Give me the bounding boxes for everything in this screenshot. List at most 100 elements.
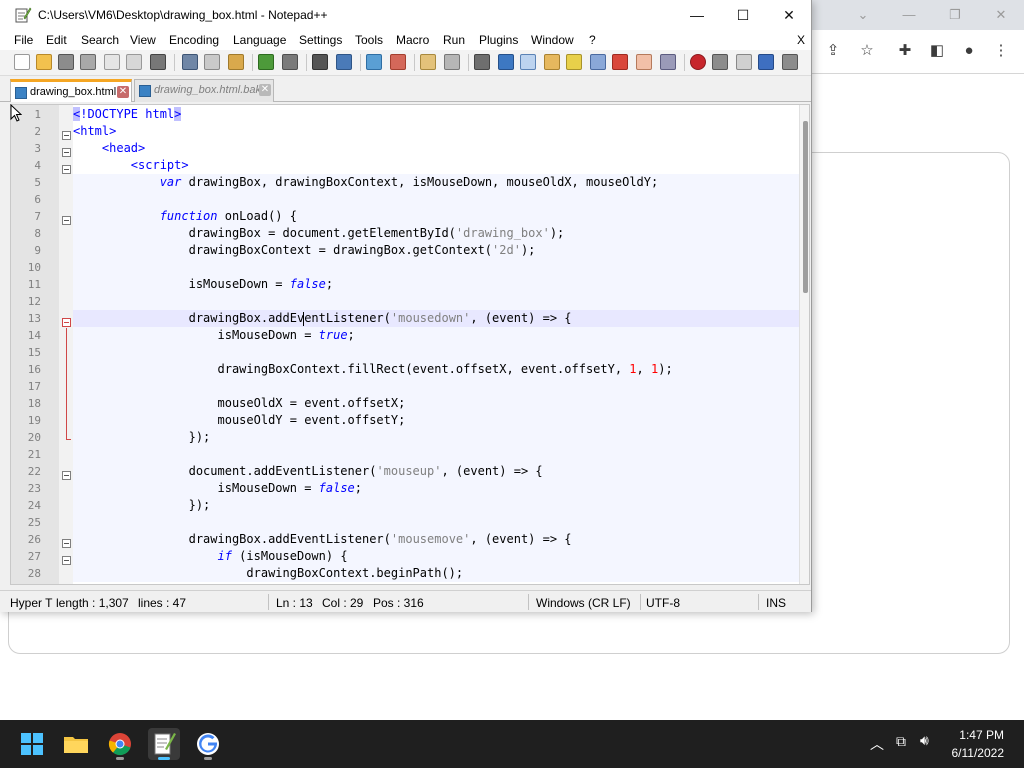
show-all-characters-icon[interactable]	[498, 54, 514, 70]
more-icon[interactable]: ⋮	[990, 40, 1012, 62]
monitoring-icon[interactable]	[660, 54, 676, 70]
fold-marker[interactable]	[62, 556, 71, 565]
new-file-icon[interactable]	[14, 54, 30, 70]
close-document-button[interactable]: X	[797, 33, 805, 47]
taskbar: ︿ ⧉ 🔊︎ 1:47 PM 6/11/2022	[0, 720, 1024, 768]
menu-macro[interactable]: Macro	[396, 33, 429, 47]
line-number: 7	[34, 210, 41, 223]
menu-encoding[interactable]: Encoding	[169, 33, 219, 47]
extensions-icon[interactable]: ✚	[894, 40, 916, 62]
maximize-button[interactable]: ☐	[720, 0, 766, 30]
menu-view[interactable]: View	[130, 33, 156, 47]
status-eol[interactable]: Windows (CR LF)	[536, 596, 631, 610]
close-all-icon[interactable]	[126, 54, 142, 70]
stop-macro-icon[interactable]	[712, 54, 728, 70]
menu-language[interactable]: Language	[233, 33, 286, 47]
record-macro-icon[interactable]	[690, 54, 706, 70]
doc-list-icon[interactable]	[590, 54, 606, 70]
line-number: 17	[27, 380, 41, 393]
fold-marker[interactable]	[62, 165, 71, 174]
code-line: <script>	[130, 158, 189, 172]
menu-search[interactable]: Search	[81, 33, 119, 47]
fold-marker[interactable]	[62, 471, 71, 480]
tab-drawing-box-html-bak[interactable]: drawing_box.html.bak ✕	[134, 79, 274, 102]
undo-icon[interactable]	[258, 54, 274, 70]
sync-horizontal-icon[interactable]	[444, 54, 460, 70]
tab-close-icon[interactable]: ✕	[117, 86, 129, 98]
file-explorer-button[interactable]	[60, 728, 92, 760]
zoom-in-icon[interactable]	[366, 54, 382, 70]
code-area[interactable]: <!DOCTYPE html> <html> <head> <script> v…	[73, 105, 799, 584]
line-number: 19	[27, 414, 41, 427]
notepad-titlebar: C:\Users\VM6\Desktop\drawing_box.html - …	[0, 0, 811, 30]
line-number: 8	[34, 227, 41, 240]
profile-icon[interactable]: ●	[958, 40, 980, 62]
zoom-out-icon[interactable]	[390, 54, 406, 70]
menu-file[interactable]: File	[14, 33, 33, 47]
menu-edit[interactable]: Edit	[46, 33, 67, 47]
close-button[interactable]: ✕	[766, 0, 812, 30]
clock-date[interactable]: 6/11/2022	[952, 746, 1005, 760]
scrollbar-thumb[interactable]	[803, 121, 808, 293]
folder-as-workspace-icon[interactable]	[636, 54, 652, 70]
fold-marker[interactable]	[62, 216, 71, 225]
google-taskbar-button[interactable]	[192, 728, 224, 760]
close-file-icon[interactable]	[104, 54, 120, 70]
close-icon[interactable]: ✕	[986, 4, 1016, 26]
line-number: 26	[27, 533, 41, 546]
udl-icon[interactable]	[544, 54, 560, 70]
redo-icon[interactable]	[282, 54, 298, 70]
chevron-down-icon[interactable]: ⌄	[848, 4, 878, 26]
find-icon[interactable]	[312, 54, 328, 70]
menu-run[interactable]: Run	[443, 33, 465, 47]
replace-icon[interactable]	[336, 54, 352, 70]
line-number: 14	[27, 329, 41, 342]
tab-close-icon[interactable]: ✕	[259, 84, 271, 96]
word-wrap-icon[interactable]	[474, 54, 490, 70]
network-icon[interactable]: ⧉	[896, 733, 906, 750]
volume-icon[interactable]: 🔊︎	[920, 732, 929, 749]
menu-tools[interactable]: Tools	[355, 33, 383, 47]
start-button[interactable]	[16, 728, 48, 760]
side-panel-icon[interactable]: ◧	[926, 40, 948, 62]
share-icon[interactable]: ⇪	[822, 40, 844, 62]
menu-window[interactable]: Window	[531, 33, 574, 47]
fold-marker[interactable]	[62, 318, 71, 327]
chrome-taskbar-button[interactable]	[104, 728, 136, 760]
code-editor[interactable]: 1 2 3 4 5 6 7 8 9 10 11 12 13 14 15 16 1…	[10, 104, 810, 585]
paste-icon[interactable]	[228, 54, 244, 70]
vertical-scrollbar[interactable]	[799, 105, 809, 584]
menu-settings[interactable]: Settings	[299, 33, 342, 47]
fold-marker[interactable]	[62, 539, 71, 548]
save-all-icon[interactable]	[80, 54, 96, 70]
restore-icon[interactable]: ❐	[940, 4, 970, 26]
clock-time[interactable]: 1:47 PM	[959, 728, 1004, 742]
play-macro-icon[interactable]	[736, 54, 752, 70]
menu-plugins[interactable]: Plugins	[479, 33, 518, 47]
copy-icon[interactable]	[204, 54, 220, 70]
status-encoding[interactable]: UTF-8	[646, 596, 680, 610]
cut-icon[interactable]	[182, 54, 198, 70]
menu-help[interactable]: ?	[589, 33, 596, 47]
tab-drawing-box-html[interactable]: drawing_box.html ✕	[10, 79, 132, 102]
minimize-icon[interactable]: —	[894, 4, 924, 26]
toolbar-separator	[360, 54, 361, 71]
status-separator	[758, 594, 759, 610]
open-file-icon[interactable]	[36, 54, 52, 70]
save-icon[interactable]	[58, 54, 74, 70]
function-list-icon[interactable]	[612, 54, 628, 70]
save-macro-icon[interactable]	[782, 54, 798, 70]
star-icon[interactable]: ☆	[856, 40, 878, 62]
print-icon[interactable]	[150, 54, 166, 70]
line-number: 4	[34, 159, 41, 172]
browser-titlebar: ⌄ — ❐ ✕	[812, 0, 1024, 30]
notepad-taskbar-button[interactable]	[148, 728, 180, 760]
run-macro-multiple-icon[interactable]	[758, 54, 774, 70]
sync-vertical-icon[interactable]	[420, 54, 436, 70]
fold-marker[interactable]	[62, 131, 71, 140]
doc-map-icon[interactable]	[566, 54, 582, 70]
indent-guide-icon[interactable]	[520, 54, 536, 70]
minimize-button[interactable]: —	[674, 0, 720, 30]
chevron-up-icon[interactable]: ︿	[870, 734, 884, 754]
fold-marker[interactable]	[62, 148, 71, 157]
